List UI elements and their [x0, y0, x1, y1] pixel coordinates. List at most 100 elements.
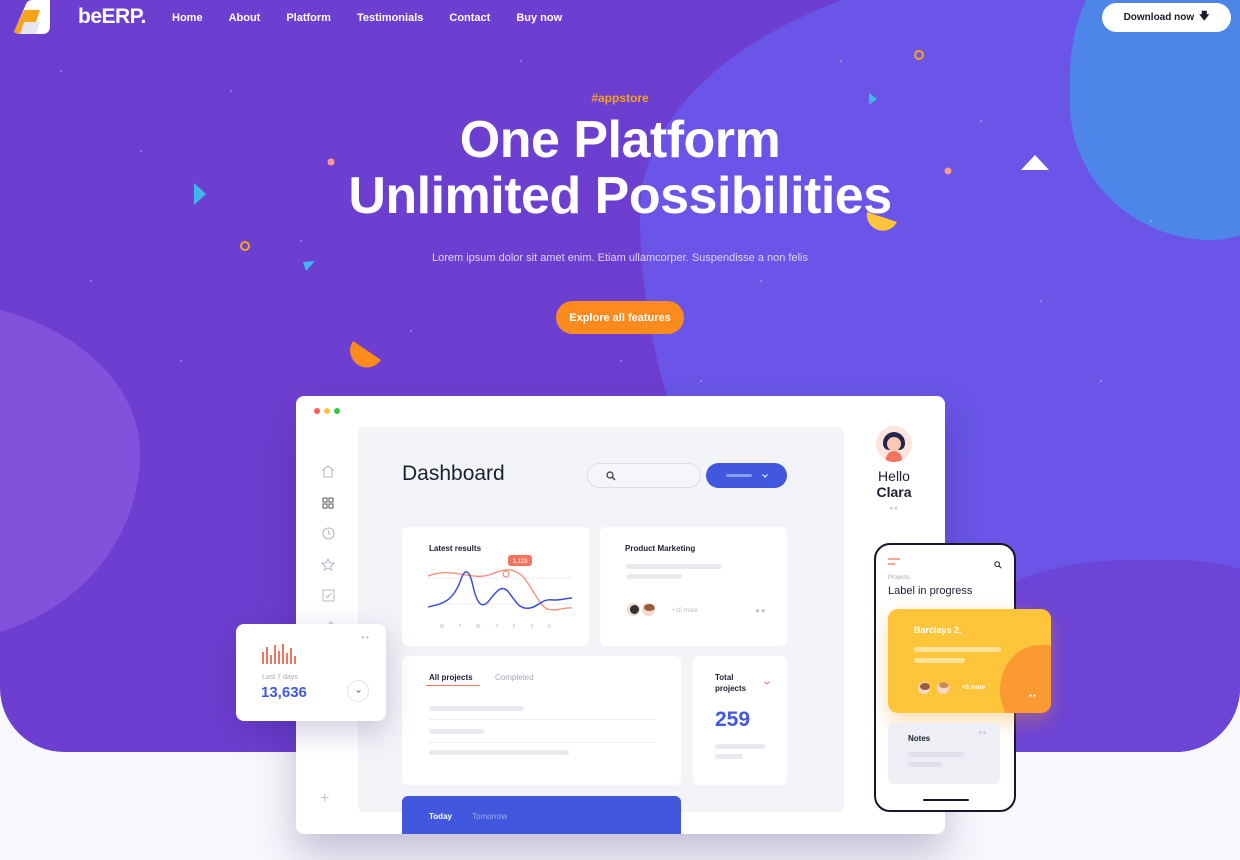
more-options-icon[interactable]: ●● [361, 635, 370, 641]
placeholder-line [626, 574, 682, 579]
total-projects-label-line1: Total [715, 673, 734, 682]
nav-link-home[interactable]: Home [172, 12, 203, 24]
chevron-down-icon [761, 473, 768, 478]
notes-card[interactable]: Notes ●● [888, 723, 1000, 784]
phone-heading: Label in progress [888, 585, 973, 597]
chart-day-label: S [530, 624, 534, 630]
dropdown-value-placeholder [725, 474, 752, 477]
chart-day-label: F [512, 624, 515, 630]
minimize-dot[interactable] [324, 408, 330, 414]
placeholder-line [908, 752, 964, 757]
divider [429, 719, 656, 720]
ring-decoration [914, 50, 924, 60]
nav-link-about[interactable]: About [229, 12, 261, 24]
filter-dropdown[interactable] [706, 463, 787, 488]
weekly-bar [294, 656, 296, 664]
placeholder-line [429, 729, 484, 734]
chart-day-label: M [440, 624, 444, 630]
greeting-text: Hello [878, 468, 910, 484]
latest-results-card[interactable]: Latest results 1,123 M T W T F S S [402, 527, 589, 646]
hero-blob-left [0, 300, 140, 640]
barclays-project-card[interactable]: Barclays 2. +5 more ●● [888, 609, 1051, 713]
arrow-down-icon: 🡇 [1199, 11, 1210, 22]
chart-day-label: T [495, 624, 498, 630]
hero-headline-line2: Unlimited Possibilities [348, 167, 892, 225]
brand-name[interactable]: beERP. [78, 5, 146, 29]
chart-day-label: W [476, 624, 481, 630]
avatar[interactable] [876, 426, 912, 462]
home-icon[interactable] [318, 464, 338, 479]
search-icon [606, 470, 616, 480]
placeholder-line [914, 647, 1001, 652]
tab-tomorrow[interactable]: Tomorrow [472, 812, 507, 821]
more-options-icon[interactable]: ●● [755, 606, 767, 615]
weekly-bar [262, 652, 264, 664]
placeholder-line [914, 658, 965, 663]
more-options-icon[interactable]: ●● [1029, 693, 1037, 699]
notes-title: Notes [908, 734, 931, 743]
divider [429, 742, 656, 743]
weekly-bar [274, 645, 276, 664]
nav-links: Home About Platform Testimonials Contact… [172, 12, 562, 24]
window-controls [314, 408, 340, 414]
weekly-bar [286, 653, 288, 664]
tab-all-projects[interactable]: All projects [429, 673, 473, 682]
home-indicator [923, 799, 969, 801]
hero-headline-line1: One Platform [459, 111, 781, 169]
grid-icon[interactable] [318, 495, 338, 510]
expand-button[interactable] [347, 680, 369, 702]
top-navigation: beERP. Home About Platform Testimonials … [0, 0, 1240, 36]
half-circle-decoration [350, 341, 381, 368]
maximize-dot[interactable] [334, 408, 340, 414]
ring-decoration [240, 241, 250, 251]
total-projects-label-line2: projects [715, 684, 747, 693]
user-name: Clara [876, 484, 912, 500]
weekly-bar [266, 647, 268, 664]
product-marketing-title: Product Marketing [625, 544, 696, 553]
chart-day-label: T [458, 624, 461, 630]
product-marketing-card[interactable]: Product Marketing +10 more ●● [600, 527, 787, 646]
stat-caption: Last 7 days [262, 674, 298, 681]
weekly-bar-chart [262, 642, 302, 664]
nav-link-buy-now[interactable]: Buy now [516, 12, 562, 24]
more-members-label: +5 more [962, 685, 986, 691]
dashboard-title: Dashboard [402, 462, 505, 485]
download-button[interactable]: Download now 🡇 [1102, 3, 1231, 32]
active-tab-indicator [426, 685, 480, 686]
close-dot[interactable] [314, 408, 320, 414]
projects-card: All projects Completed [402, 656, 681, 785]
chevron-down-icon[interactable] [764, 681, 770, 685]
search-icon[interactable] [994, 561, 1002, 569]
clock-icon[interactable] [318, 526, 338, 541]
more-options-icon[interactable]: ●● [856, 506, 932, 512]
avatar [935, 680, 951, 696]
plus-icon[interactable]: + [320, 790, 329, 808]
chart-tooltip: 1,123 [512, 559, 528, 565]
total-projects-card[interactable]: Total projects 259 [693, 656, 787, 785]
search-input[interactable] [587, 463, 701, 488]
total-projects-value: 259 [715, 708, 751, 731]
weekly-bar [290, 648, 292, 664]
tab-today[interactable]: Today [429, 812, 452, 821]
nav-link-contact[interactable]: Contact [449, 12, 490, 24]
star-icon[interactable] [318, 557, 338, 572]
more-options-icon[interactable]: ●● [979, 730, 987, 736]
weekly-bar [270, 655, 272, 664]
placeholder-line [626, 564, 722, 569]
logo-icon[interactable] [12, 0, 52, 38]
weekly-bar [282, 644, 284, 664]
weekly-stats-card[interactable]: ●● Last 7 days 13,636 [236, 624, 386, 721]
download-button-label: Download now [1123, 12, 1195, 23]
nav-link-platform[interactable]: Platform [286, 12, 331, 24]
chart-day-label: S [547, 624, 551, 630]
menu-icon[interactable] [888, 558, 900, 566]
explore-features-button[interactable]: Explore all features [556, 301, 684, 334]
nav-link-testimonials[interactable]: Testimonials [357, 12, 423, 24]
avatar [640, 601, 657, 618]
chevron-down-icon [355, 689, 361, 693]
placeholder-line [429, 706, 524, 711]
dashboard-window: + Dashboard Latest results 1,123 M T W T… [296, 396, 945, 834]
tab-completed[interactable]: Completed [495, 673, 534, 682]
checkbox-icon[interactable] [318, 588, 338, 603]
stat-value: 13,636 [261, 684, 307, 701]
